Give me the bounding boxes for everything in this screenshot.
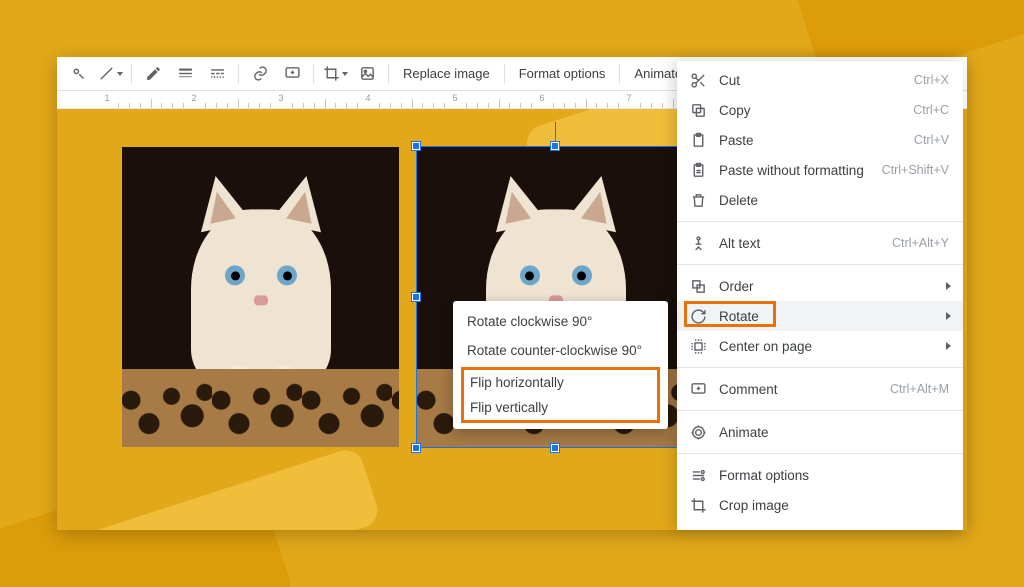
crop-icon [689, 496, 707, 514]
menu-item-format-options[interactable]: Format options [677, 460, 963, 490]
menu-item-paste-without-formatting[interactable]: Paste without formatting Ctrl+Shift+V [677, 155, 963, 185]
replace-image-button[interactable]: Replace image [397, 61, 496, 87]
rotate-icon [689, 307, 707, 325]
leopard-texture [122, 369, 399, 447]
select-tool-icon[interactable] [65, 61, 91, 87]
menu-label: Center on page [719, 339, 949, 354]
menu-label: Order [719, 279, 949, 294]
menu-label: Format options [719, 468, 949, 483]
toolbar-separator [504, 64, 505, 84]
submenu-arrow-icon [946, 312, 951, 320]
menu-shortcut: Ctrl+Alt+M [890, 382, 949, 396]
line-tool-icon[interactable] [97, 61, 123, 87]
menu-divider [677, 453, 963, 454]
add-comment-icon[interactable] [279, 61, 305, 87]
menu-label: Rotate [719, 309, 949, 324]
toolbar-separator [313, 64, 314, 84]
menu-item-paste[interactable]: Paste Ctrl+V [677, 125, 963, 155]
copy-icon [689, 101, 707, 119]
toolbar-separator [619, 64, 620, 84]
menu-divider [677, 221, 963, 222]
format-options-icon [689, 466, 707, 484]
rotation-handle-line [555, 122, 556, 146]
menu-shortcut: Ctrl+Alt+Y [892, 236, 949, 250]
menu-label: Paste without formatting [719, 163, 870, 178]
menu-item-rotate[interactable]: Rotate [677, 301, 963, 331]
menu-item-copy[interactable]: Copy Ctrl+C [677, 95, 963, 125]
menu-label: Copy [719, 103, 901, 118]
reset-image-icon[interactable] [354, 61, 380, 87]
image-kitten-original[interactable] [122, 147, 399, 447]
submenu-arrow-icon [946, 282, 951, 290]
flip-highlight-box: Flip horizontally Flip vertically [461, 367, 660, 423]
border-weight-icon[interactable] [172, 61, 198, 87]
menu-item-animate[interactable]: Animate [677, 417, 963, 447]
menu-shortcut: Ctrl+Shift+V [882, 163, 949, 177]
menu-label: Alt text [719, 236, 880, 251]
menu-shortcut: Ctrl+V [914, 133, 949, 147]
toolbar-separator [131, 64, 132, 84]
paste-icon [689, 131, 707, 149]
menu-item-delete[interactable]: Delete [677, 185, 963, 215]
menu-item-flip-vertical[interactable]: Flip vertically [464, 395, 657, 420]
ruler-label: 1 [97, 93, 117, 103]
delete-icon [689, 191, 707, 209]
ruler-label: 5 [445, 93, 465, 103]
center-icon [689, 337, 707, 355]
animate-icon [689, 423, 707, 441]
menu-divider [677, 410, 963, 411]
menu-item-order[interactable]: Order [677, 271, 963, 301]
crop-tool-icon[interactable] [322, 61, 348, 87]
menu-shortcut: Ctrl+X [914, 73, 949, 87]
menu-label: Paste [719, 133, 902, 148]
border-dash-icon[interactable] [204, 61, 230, 87]
menu-label: Animate [719, 425, 949, 440]
submenu-arrow-icon [946, 342, 951, 350]
rotate-submenu: Rotate clockwise 90° Rotate counter-cloc… [453, 301, 668, 429]
menu-label: Crop image [719, 498, 949, 513]
menu-shortcut: Ctrl+C [913, 103, 949, 117]
menu-divider [677, 264, 963, 265]
menu-item-crop-image[interactable]: Crop image [677, 490, 963, 520]
ruler-label: 6 [532, 93, 552, 103]
ruler-label: 7 [619, 93, 639, 103]
kitten-illustration [191, 209, 331, 389]
menu-divider [677, 367, 963, 368]
comment-icon [689, 380, 707, 398]
menu-item-rotate-ccw[interactable]: Rotate counter-clockwise 90° [453, 336, 668, 365]
slide-decoration [72, 446, 382, 530]
menu-item-alt-text[interactable]: Alt text Ctrl+Alt+Y [677, 228, 963, 258]
menu-label: Comment [719, 382, 878, 397]
app-window: Replace image Format options Animate 1 2 3… [57, 57, 967, 530]
toolbar-separator [388, 64, 389, 84]
format-options-button[interactable]: Format options [513, 61, 612, 87]
ruler-label: 4 [358, 93, 378, 103]
alt-text-icon [689, 234, 707, 252]
menu-item-flip-horizontal[interactable]: Flip horizontally [464, 370, 657, 395]
edit-pencil-icon[interactable] [140, 61, 166, 87]
ruler-label: 3 [271, 93, 291, 103]
insert-link-icon[interactable] [247, 61, 273, 87]
paste-plain-icon [689, 161, 707, 179]
toolbar-separator [238, 64, 239, 84]
menu-item-center-on-page[interactable]: Center on page [677, 331, 963, 361]
cut-icon [689, 71, 707, 89]
order-icon [689, 277, 707, 295]
menu-label: Delete [719, 193, 949, 208]
menu-item-rotate-cw[interactable]: Rotate clockwise 90° [453, 307, 668, 336]
ruler-label: 2 [184, 93, 204, 103]
menu-item-comment[interactable]: Comment Ctrl+Alt+M [677, 374, 963, 404]
context-menu: Cut Ctrl+X Copy Ctrl+C Paste Ctrl+V Past… [677, 61, 963, 530]
menu-item-cut[interactable]: Cut Ctrl+X [677, 65, 963, 95]
menu-label: Cut [719, 73, 902, 88]
